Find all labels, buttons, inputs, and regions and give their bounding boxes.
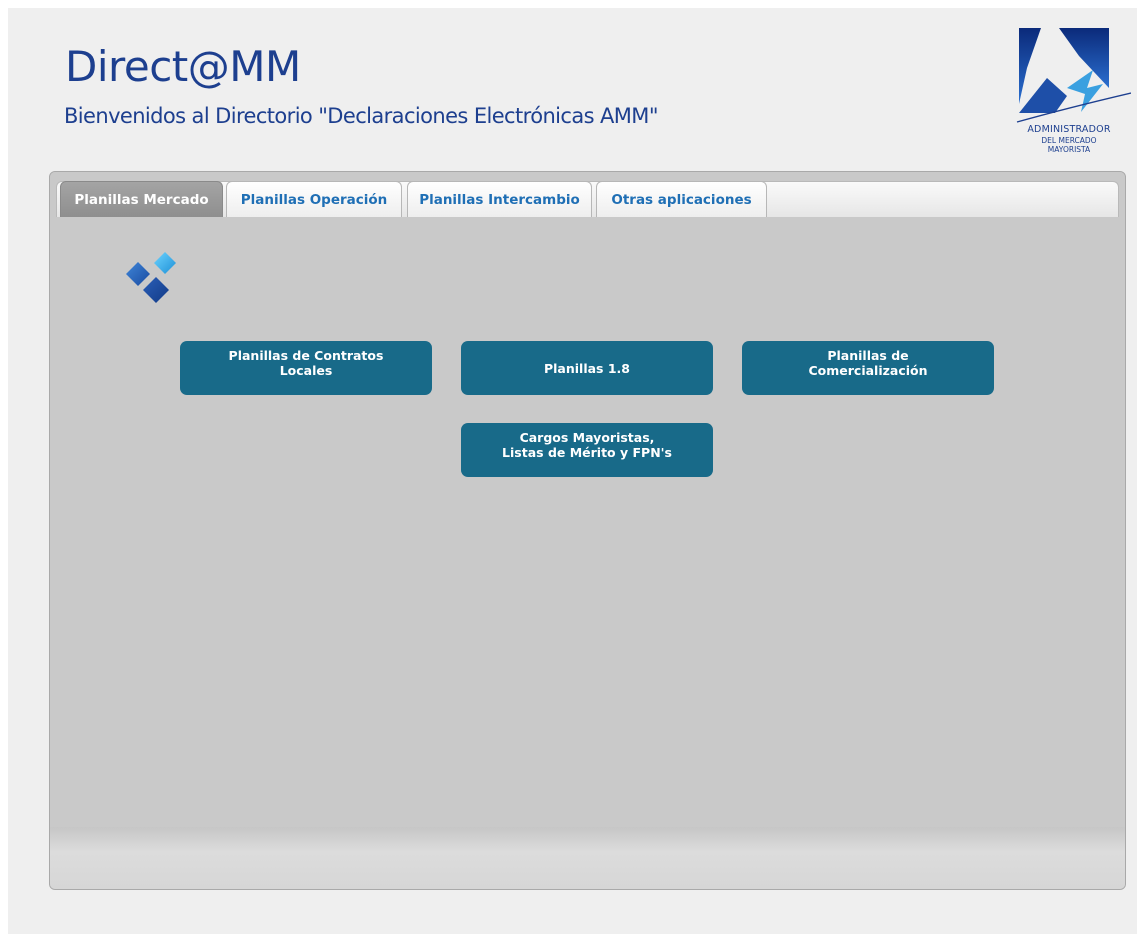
logo-text-line1: ADMINISTRADOR <box>1027 124 1111 135</box>
tab-bar: Planillas Mercado Planillas Operación Pl… <box>50 172 1125 218</box>
panel-footer <box>50 827 1125 889</box>
planillas-comercializacion-button[interactable]: Planillas de Comercialización <box>742 341 994 395</box>
planillas-contratos-locales-button[interactable]: Planillas de Contratos Locales <box>180 341 432 395</box>
cargos-mayoristas-button[interactable]: Cargos Mayoristas, Listas de Mérito y FP… <box>461 423 713 477</box>
tab-planillas-operacion[interactable]: Planillas Operación <box>226 181 402 217</box>
logo-text-line3: MAYORISTA <box>1047 145 1091 154</box>
tab-planillas-intercambio[interactable]: Planillas Intercambio <box>407 181 592 217</box>
app-title: Direct@MM <box>65 42 301 91</box>
app-subtitle: Bienvenidos al Directorio "Declaraciones… <box>64 104 658 128</box>
tab-content: Planillas de Contratos Locales Planillas… <box>50 217 1125 827</box>
diamond-cluster-icon <box>126 252 176 303</box>
page-background: Direct@MM Bienvenidos al Directorio "Dec… <box>8 8 1137 934</box>
amm-logo: ADMINISTRADOR DEL MERCADO MAYORISTA <box>1007 18 1131 163</box>
tab-otras-aplicaciones[interactable]: Otras aplicaciones <box>596 181 767 217</box>
tab-planillas-mercado[interactable]: Planillas Mercado <box>60 181 223 218</box>
planillas-1-8-button[interactable]: Planillas 1.8 <box>461 341 713 395</box>
logo-text-line2: DEL MERCADO <box>1041 136 1097 145</box>
main-panel: Planillas Mercado Planillas Operación Pl… <box>49 171 1126 890</box>
